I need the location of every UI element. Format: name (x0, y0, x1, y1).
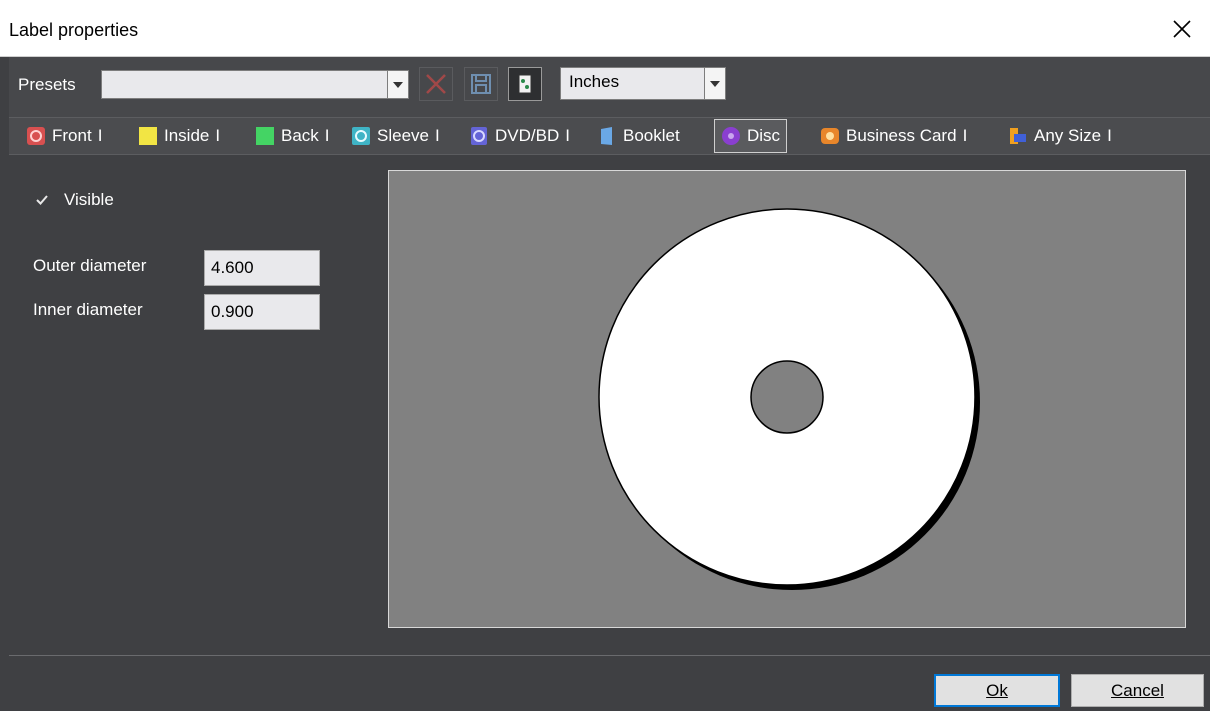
footer-divider (9, 655, 1210, 656)
tab-label: Inside (164, 126, 210, 145)
tab-any-size[interactable]: Any Size I (1008, 118, 1112, 154)
chevron-down-icon (710, 80, 720, 87)
outer-diameter-label: Outer diameter (33, 256, 147, 275)
cancel-label: Cancel (1111, 680, 1164, 700)
front-icon (27, 127, 45, 145)
presets-toolbar: Presets Inches (9, 57, 1210, 117)
tab-label: Business Card (846, 126, 957, 145)
tab-label: Disc (747, 126, 781, 145)
inside-icon (139, 127, 157, 145)
units-dropdown-button[interactable] (704, 67, 726, 100)
visible-label: Visible (64, 190, 114, 209)
tab-separator: I (215, 126, 221, 145)
tab-label: Booklet (623, 126, 680, 145)
close-icon (1173, 19, 1191, 38)
booklet-icon (601, 127, 612, 145)
business-card-icon (821, 128, 839, 144)
tab-back[interactable]: Back I (255, 118, 330, 154)
visible-checkbox[interactable] (34, 192, 50, 208)
disc-hole (750, 360, 824, 434)
save-icon (471, 74, 491, 94)
tab-sleeve[interactable]: Sleeve I (351, 118, 440, 154)
load-icon (518, 74, 532, 94)
sleeve-icon (352, 127, 370, 145)
inner-diameter-input[interactable]: 0.900 (204, 294, 320, 330)
disc-icon (722, 127, 740, 145)
visible-checkbox-row[interactable]: Visible (34, 190, 114, 210)
tab-front[interactable]: Front I (26, 118, 102, 154)
tab-disc[interactable]: Disc (714, 119, 788, 153)
disc-preview (388, 170, 1186, 628)
delete-icon (426, 74, 446, 94)
presets-label: Presets (18, 75, 76, 94)
outer-diameter-input[interactable]: 4.600 (204, 250, 320, 286)
tab-label: Sleeve (377, 126, 429, 145)
presets-dropdown-button[interactable] (387, 70, 409, 99)
tab-label: DVD/BD (495, 126, 560, 145)
window-left-edge (0, 57, 9, 711)
tab-separator: I (434, 126, 440, 145)
disc-preview-canvas (598, 208, 980, 590)
back-icon (256, 127, 274, 145)
cancel-button[interactable]: Cancel (1071, 674, 1204, 707)
checkmark-icon (36, 195, 48, 205)
ok-label: Ok (986, 680, 1008, 700)
load-preset-button[interactable] (508, 67, 542, 101)
tab-label: Any Size (1034, 126, 1102, 145)
save-preset-button[interactable] (464, 67, 498, 101)
title-bar: Label properties (0, 0, 1210, 57)
units-combo[interactable]: Inches (560, 67, 706, 100)
chevron-down-icon (393, 81, 403, 88)
tab-separator: I (565, 126, 570, 145)
any-size-icon (1010, 128, 1026, 144)
tab-business-card[interactable]: Business Card I (820, 118, 967, 154)
tab-separator: I (1107, 126, 1112, 145)
tab-inside[interactable]: Inside I (138, 118, 220, 154)
close-button[interactable] (1154, 0, 1210, 57)
tab-separator: I (324, 126, 330, 145)
dvd-icon (471, 127, 487, 145)
inner-diameter-label: Inner diameter (33, 300, 143, 319)
window-title: Label properties (9, 20, 139, 40)
ok-button[interactable]: Ok (934, 674, 1060, 707)
delete-preset-button[interactable] (419, 67, 453, 101)
disc-properties-panel: Visible Outer diameter 4.600 Inner diame… (9, 155, 1210, 655)
label-type-tabs: Front I Inside I Back I Sleeve I DVD/BD I Boo… (9, 117, 1210, 155)
tab-dvd-bd[interactable]: DVD/BD I (469, 118, 570, 154)
tab-label: Front (52, 126, 92, 145)
tab-label: Back (281, 126, 319, 145)
tab-booklet[interactable]: Booklet (597, 118, 680, 154)
presets-combo[interactable] (101, 70, 397, 99)
tab-separator: I (97, 126, 103, 145)
tab-separator: I (962, 126, 968, 145)
